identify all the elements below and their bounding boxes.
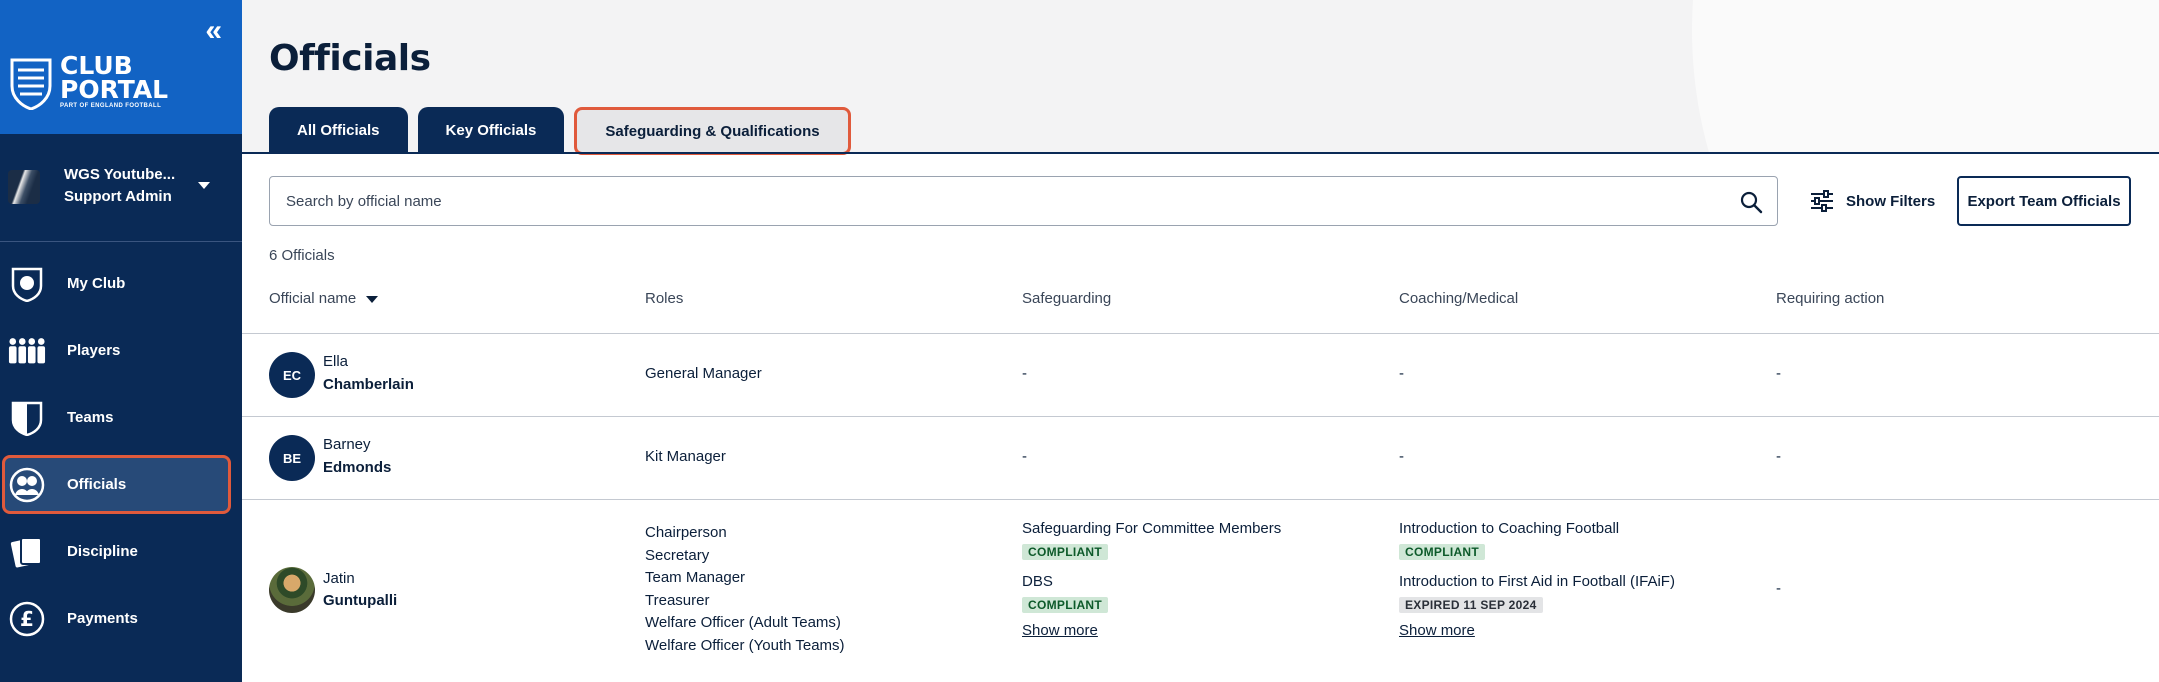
sidebar: « CLUB PORTAL PART OF ENGLAND FOOTBALL W…	[0, 0, 242, 682]
status-badge: COMPLIANT	[1022, 597, 1109, 613]
brand-header: « CLUB PORTAL PART OF ENGLAND FOOTBALL	[0, 0, 242, 134]
official-role: Secretary	[645, 546, 710, 564]
official-last-name[interactable]: Guntupalli	[323, 592, 397, 609]
official-role: Kit Manager	[645, 448, 726, 465]
sidebar-item-label: Teams	[67, 409, 114, 426]
sidebar-item-label: Discipline	[67, 543, 138, 560]
column-header-roles: Roles	[645, 290, 684, 307]
officials-count: 6 Officials	[269, 247, 335, 264]
column-header-requiring-action: Requiring action	[1776, 290, 1885, 307]
column-header-coaching-medical: Coaching/Medical	[1399, 290, 1519, 307]
column-header-safeguarding: Safeguarding	[1022, 290, 1112, 307]
coaching-value: -	[1399, 448, 1404, 465]
sidebar-item-players[interactable]: Players	[0, 317, 242, 384]
show-filters-label: Show Filters	[1846, 192, 1936, 210]
qualification-name: Safeguarding For Committee Members	[1022, 520, 1282, 537]
sidebar-item-label: Officials	[67, 476, 127, 493]
official-roles-list: Chairperson Secretary Team Manager Treas…	[645, 522, 845, 657]
search-icon[interactable]	[1739, 190, 1763, 214]
tab-divider	[242, 152, 2159, 154]
sidebar-nav: My Club Players Teams Officials Discipli…	[0, 250, 242, 652]
table-row[interactable]: Jatin Guntupalli Chairperson Secretary T…	[242, 500, 2159, 682]
status-badge: EXPIRED 11 SEP 2024	[1399, 597, 1543, 613]
sidebar-item-officials[interactable]: Officials	[0, 451, 242, 518]
tab-all-officials[interactable]: All Officials	[269, 107, 408, 153]
search-input[interactable]	[286, 177, 1686, 225]
officials-icon	[8, 466, 46, 504]
requiring-action-value: -	[1776, 448, 1781, 465]
official-first-name: Jatin	[323, 570, 355, 587]
teams-shield-icon	[8, 399, 46, 437]
requiring-action-value: -	[1776, 580, 1781, 597]
safeguarding-value: -	[1022, 365, 1027, 382]
chevron-down-icon[interactable]	[198, 182, 210, 189]
official-role: Chairperson	[645, 524, 727, 541]
sidebar-item-teams[interactable]: Teams	[0, 384, 242, 451]
requiring-action-value: -	[1776, 365, 1781, 382]
official-first-name: Barney	[323, 436, 371, 453]
show-filters-button[interactable]: Show Filters	[1810, 186, 1935, 216]
safeguarding-value: -	[1022, 448, 1027, 465]
avatar: EC	[269, 352, 315, 398]
qualification-name: Introduction to Coaching Football	[1399, 520, 1620, 537]
account-role: Support Admin	[64, 188, 172, 205]
sidebar-item-label: Payments	[67, 610, 138, 627]
qualification-name: DBS	[1022, 573, 1053, 590]
account-name: WGS Youtube...	[64, 166, 176, 183]
sort-descending-icon[interactable]	[366, 295, 379, 303]
players-icon	[8, 332, 46, 370]
sidebar-item-payments[interactable]: £ Payments	[0, 585, 242, 652]
official-role: Welfare Officer (Adult Teams)	[645, 614, 841, 631]
filter-sliders-icon	[1811, 190, 1833, 212]
avatar-photo	[269, 567, 315, 613]
safeguarding-list: Safeguarding For Committee Members COMPL…	[1022, 520, 1281, 639]
official-last-name[interactable]: Edmonds	[323, 459, 391, 476]
discipline-cards-icon	[8, 533, 46, 571]
coaching-list: Introduction to Coaching Football COMPLI…	[1399, 520, 1675, 639]
sidebar-item-discipline[interactable]: Discipline	[0, 518, 242, 585]
table-row[interactable]: EC Ella Chamberlain General Manager - - …	[242, 334, 2159, 417]
table-header: Official name Roles Safeguarding Coachin…	[242, 286, 2159, 334]
account-avatar	[8, 170, 40, 204]
status-badge: COMPLIANT	[1022, 544, 1109, 560]
club-portal-crest-icon	[10, 58, 52, 110]
official-role: Treasurer	[645, 591, 710, 609]
official-role: Welfare Officer (Youth Teams)	[645, 636, 845, 654]
search-box	[269, 176, 1778, 226]
svg-text:£: £	[20, 607, 34, 631]
pound-icon: £	[8, 600, 46, 638]
table-row[interactable]: BE Barney Edmonds Kit Manager - - -	[242, 417, 2159, 500]
qualification-name: Introduction to First Aid in Football (I…	[1399, 573, 1675, 590]
page-title: Officials	[269, 38, 431, 79]
official-last-name[interactable]: Chamberlain	[323, 376, 414, 393]
official-role: Team Manager	[645, 569, 746, 586]
sidebar-item-label: Players	[67, 342, 121, 359]
account-switcher[interactable]: WGS Youtube... Support Admin	[0, 134, 242, 242]
show-more-link[interactable]: Show more	[1399, 622, 1475, 639]
status-badge: COMPLIANT	[1399, 544, 1486, 560]
tab-safeguarding-qualifications[interactable]: Safeguarding & Qualifications	[574, 107, 851, 155]
club-crest-icon	[8, 265, 46, 303]
coaching-value: -	[1399, 365, 1404, 382]
brand-subtitle: PART OF ENGLAND FOOTBALL	[60, 103, 162, 109]
column-header-official-name[interactable]: Official name	[269, 290, 379, 307]
show-more-link[interactable]: Show more	[1022, 622, 1098, 639]
sidebar-item-my-club[interactable]: My Club	[0, 250, 242, 317]
official-role: General Manager	[645, 365, 762, 382]
avatar: BE	[269, 435, 315, 481]
brand-title[interactable]: CLUB PORTAL	[60, 53, 168, 102]
export-team-officials-button[interactable]: Export Team Officials	[1957, 176, 2131, 226]
collapse-sidebar-icon[interactable]: «	[205, 14, 222, 48]
tab-key-officials[interactable]: Key Officials	[417, 107, 565, 153]
official-first-name: Ella	[323, 353, 349, 370]
sidebar-item-label: My Club	[67, 275, 126, 292]
tab-bar: All Officials Key Officials Safeguarding…	[269, 107, 861, 155]
